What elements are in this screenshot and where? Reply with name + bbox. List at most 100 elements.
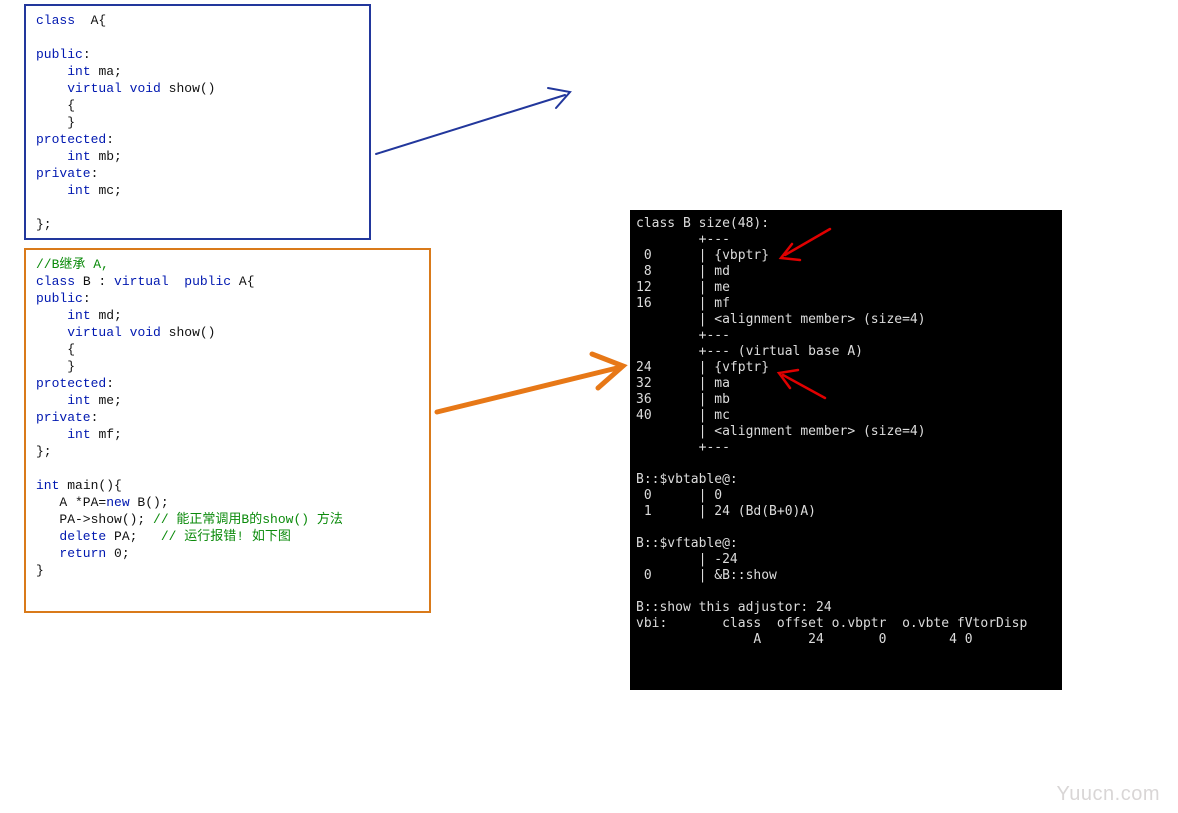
tline: +--- — [636, 440, 730, 455]
token — [36, 81, 67, 96]
token: int — [67, 427, 90, 442]
tline: A 24 0 4 0 — [636, 632, 973, 647]
token: public — [36, 291, 83, 306]
token: class — [36, 13, 75, 28]
token: A *PA= — [59, 495, 106, 510]
token: PA; — [106, 529, 161, 544]
token: me; — [98, 393, 121, 408]
token: delete — [59, 529, 106, 544]
token: virtual — [114, 274, 169, 289]
token: class — [36, 274, 75, 289]
code-box-class-b: //B继承 A, class B : virtual public A{ pub… — [24, 248, 431, 613]
token: int — [67, 183, 90, 198]
token — [36, 149, 67, 164]
token: }; — [36, 444, 52, 459]
token: mb; — [98, 149, 121, 164]
token: } — [67, 359, 75, 374]
tline: 24 | {vfptr} — [636, 360, 769, 375]
tline: 40 | mc — [636, 408, 730, 423]
token: 0; — [106, 546, 129, 561]
token: return — [59, 546, 106, 561]
token: B(); — [130, 495, 169, 510]
tline: | <alignment member> (size=4) — [636, 424, 926, 439]
token: // 运行报错! 如下图 — [161, 529, 291, 544]
tline: +--- — [636, 328, 730, 343]
token: protected — [36, 376, 106, 391]
tline: vbi: class offset o.vbptr o.vbte fVtorDi… — [636, 616, 1027, 631]
token: A{ — [91, 13, 107, 28]
token: }; — [36, 217, 52, 232]
token: void — [130, 81, 161, 96]
terminal-output: class B size(48): +--- 0 | {vbptr} 8 | m… — [630, 210, 1062, 690]
token: virtual — [67, 325, 122, 340]
token: mc; — [98, 183, 121, 198]
token — [36, 342, 67, 357]
token — [161, 81, 169, 96]
token — [36, 512, 59, 527]
token — [36, 546, 59, 561]
token — [36, 183, 67, 198]
token: int — [36, 478, 59, 493]
token: { — [67, 342, 75, 357]
token: int — [67, 308, 90, 323]
tline: +--- — [636, 232, 730, 247]
token: } — [36, 563, 44, 578]
token — [75, 13, 91, 28]
token — [231, 274, 239, 289]
token: private — [36, 166, 91, 181]
token: md; — [98, 308, 121, 323]
tline: 12 | me — [636, 280, 730, 295]
token — [36, 529, 59, 544]
token: new — [106, 495, 129, 510]
token — [36, 427, 67, 442]
token — [122, 325, 130, 340]
token: int — [67, 149, 90, 164]
tline: 0 | &B::show — [636, 568, 777, 583]
token: mf; — [98, 427, 121, 442]
token: : — [91, 166, 99, 181]
token: { — [67, 98, 75, 113]
tline: 8 | md — [636, 264, 730, 279]
token — [36, 359, 67, 374]
token — [36, 325, 67, 340]
tline: 32 | ma — [636, 376, 730, 391]
token: // 能正常调用B的show() 方法 — [153, 512, 343, 527]
token — [36, 495, 59, 510]
token: int — [67, 64, 90, 79]
token — [36, 393, 67, 408]
token: protected — [36, 132, 106, 147]
token: PA->show(); — [59, 512, 153, 527]
token: virtual — [67, 81, 122, 96]
tline: | -24 — [636, 552, 738, 567]
arrow-b-icon — [437, 354, 623, 412]
token: public — [36, 47, 83, 62]
token: : — [83, 47, 91, 62]
token: : — [91, 410, 99, 425]
code-box-class-a: class A{ public: int ma; virtual void sh… — [24, 4, 371, 240]
watermark: Yuucn.com — [1057, 786, 1160, 803]
tline: 36 | mb — [636, 392, 730, 407]
token: B : — [83, 274, 114, 289]
token: //B继承 A, — [36, 257, 109, 272]
token — [36, 64, 67, 79]
token: int — [67, 393, 90, 408]
token — [75, 274, 83, 289]
tline: 1 | 24 (Bd(B+0)A) — [636, 504, 816, 519]
tline: 0 | {vbptr} — [636, 248, 769, 263]
arrow-a-icon — [376, 88, 570, 154]
tline: B::show this adjustor: 24 — [636, 600, 832, 615]
tline: 0 | 0 — [636, 488, 722, 503]
token — [169, 274, 185, 289]
tline: B::$vftable@: — [636, 536, 738, 551]
token — [122, 81, 130, 96]
token: : — [106, 132, 114, 147]
token: : — [83, 291, 91, 306]
tline: 16 | mf — [636, 296, 730, 311]
token — [36, 98, 67, 113]
token: void — [130, 325, 161, 340]
token: ma; — [98, 64, 121, 79]
token: A{ — [239, 274, 255, 289]
tline: class B size(48): — [636, 216, 769, 231]
token: private — [36, 410, 91, 425]
token: : — [106, 376, 114, 391]
